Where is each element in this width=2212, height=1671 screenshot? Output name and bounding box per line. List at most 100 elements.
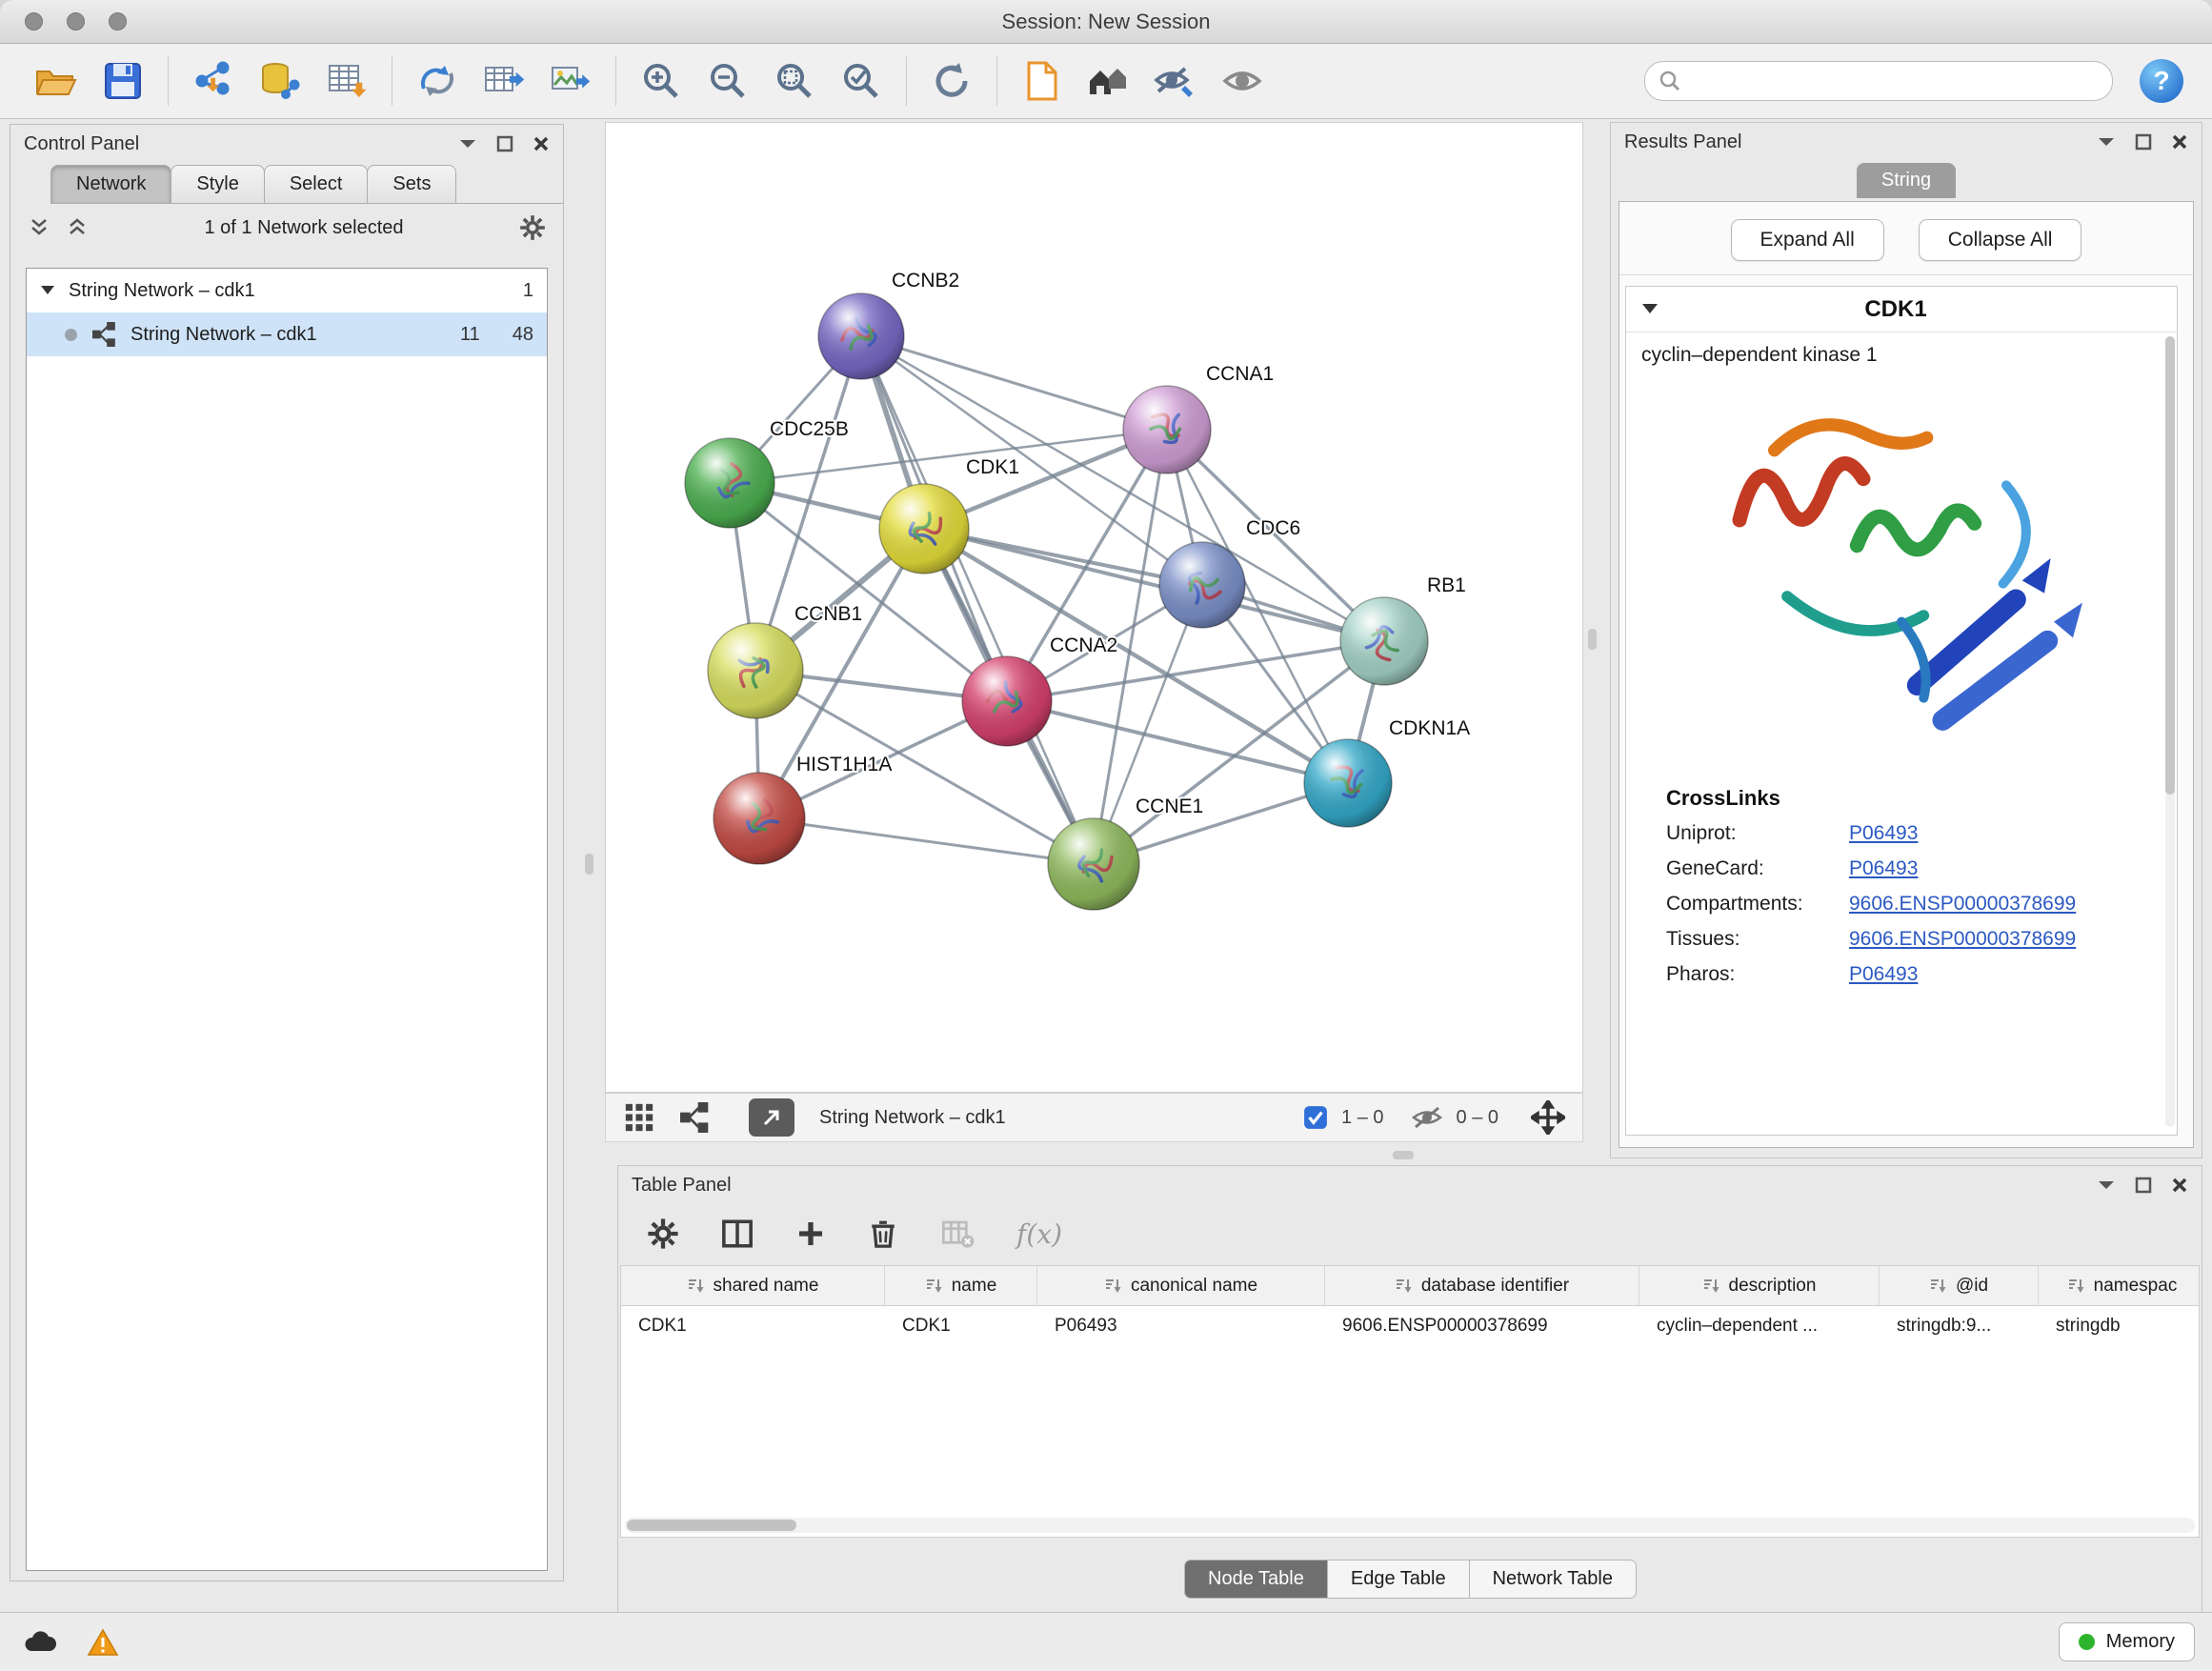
tab-string[interactable]: String	[1857, 163, 1956, 198]
expand-all-icon[interactable]	[66, 216, 89, 239]
panel-float-icon[interactable]	[2135, 1177, 2152, 1194]
panel-float-icon[interactable]	[496, 135, 513, 152]
node-CDKN1A[interactable]: CDKN1A	[1304, 717, 1470, 827]
edge-CCNB2-CCNA1[interactable]	[861, 336, 1167, 430]
apply-layout-button[interactable]	[924, 53, 979, 109]
panel-menu-icon[interactable]	[458, 137, 477, 151]
edge-HIST1H1A-CCNE1[interactable]	[759, 818, 1094, 864]
import-table-file-button[interactable]	[319, 53, 374, 109]
table-cell[interactable]: P06493	[1037, 1306, 1325, 1346]
show-columns-icon[interactable]	[721, 1218, 754, 1250]
table-cell[interactable]: stringdb:9...	[1880, 1306, 2039, 1346]
cloud-status-button[interactable]	[17, 1621, 63, 1663]
column-header-database-identifier[interactable]: database identifier	[1325, 1266, 1639, 1305]
panel-close-icon[interactable]	[2171, 133, 2188, 151]
node-CCNB2[interactable]: CCNB2	[818, 270, 959, 379]
delete-table-icon[interactable]	[940, 1218, 975, 1249]
panel-float-icon[interactable]	[2135, 133, 2152, 151]
memory-button[interactable]: Memory	[2059, 1622, 2195, 1661]
warnings-button[interactable]	[80, 1621, 126, 1663]
zoom-fit-button[interactable]	[767, 53, 822, 109]
vertical-splitter-handle[interactable]	[1588, 629, 1597, 650]
node-HIST1H1A[interactable]: HIST1H1A	[714, 754, 892, 864]
help-button[interactable]: ?	[2140, 59, 2183, 103]
show-graphics-details-button[interactable]	[1081, 53, 1136, 109]
pan-crosshair-icon[interactable]	[1531, 1100, 1565, 1135]
crosslink-link[interactable]: P06493	[1849, 963, 1918, 986]
table-cell[interactable]: CDK1	[621, 1306, 885, 1346]
import-network-database-button[interactable]	[252, 53, 308, 109]
crosslink-link[interactable]: P06493	[1849, 822, 1918, 845]
node-CCNB1[interactable]: CCNB1	[708, 603, 862, 718]
panel-menu-icon[interactable]	[2097, 135, 2116, 149]
collapse-section-icon[interactable]	[1641, 303, 1659, 315]
zoom-out-button[interactable]	[700, 53, 755, 109]
crosslink-link[interactable]: P06493	[1849, 857, 1918, 880]
node-CDC6[interactable]: CDC6	[1159, 517, 1300, 628]
network-row[interactable]: String Network – cdk1 11 48	[27, 312, 547, 356]
open-session-button[interactable]	[29, 53, 84, 109]
import-network-file-button[interactable]	[186, 53, 241, 109]
network-canvas[interactable]: CCNB2CCNA1CDC25BCDK1CDC6RB1CCNB1CCNA2CDK…	[605, 122, 1583, 1093]
panel-close-icon[interactable]	[533, 135, 550, 152]
window-minimize-button[interactable]	[67, 12, 85, 30]
column-header-description[interactable]: description	[1639, 1266, 1880, 1305]
network-collection-row[interactable]: String Network – cdk1 1	[27, 269, 547, 312]
table-cell[interactable]: stringdb	[2039, 1306, 2200, 1346]
node-RB1[interactable]: RB1	[1340, 574, 1466, 685]
zoom-selected-button[interactable]	[834, 53, 889, 109]
table-cell[interactable]: 9606.ENSP00000378699	[1325, 1306, 1639, 1346]
column-header-name[interactable]: name	[885, 1266, 1037, 1305]
column-header-namespac[interactable]: namespac	[2039, 1266, 2200, 1305]
table-horizontal-scrollbar[interactable]	[625, 1518, 2195, 1533]
collapse-all-button[interactable]: Collapse All	[1919, 219, 2082, 261]
column-header-shared-name[interactable]: shared name	[621, 1266, 885, 1305]
tab-select[interactable]: Select	[264, 165, 369, 203]
new-network-button[interactable]	[410, 53, 465, 109]
node-CDK1[interactable]: CDK1	[879, 456, 1019, 574]
vertical-splitter-handle[interactable]	[585, 854, 593, 875]
panel-menu-icon[interactable]	[2097, 1178, 2116, 1192]
tab-style[interactable]: Style	[171, 165, 264, 203]
table-row[interactable]: CDK1CDK1P064939606.ENSP00000378699cyclin…	[621, 1306, 2199, 1346]
panel-close-icon[interactable]	[2171, 1177, 2188, 1194]
delete-column-icon[interactable]	[868, 1218, 898, 1250]
results-scrollbar[interactable]	[2165, 336, 2175, 1127]
hide-edges-button[interactable]	[1148, 53, 1203, 109]
detach-view-button[interactable]	[749, 1098, 794, 1137]
hidden-eye-icon[interactable]	[1411, 1105, 1443, 1130]
grid-view-icon[interactable]	[623, 1101, 655, 1134]
node-CCNA1[interactable]: CCNA1	[1123, 363, 1274, 473]
tree-expander-icon[interactable]	[40, 285, 55, 296]
crosslink-link[interactable]: 9606.ENSP00000378699	[1849, 893, 2076, 916]
search-box[interactable]	[1644, 61, 2113, 101]
tab-edge-table[interactable]: Edge Table	[1327, 1560, 1470, 1599]
tab-node-table[interactable]: Node Table	[1184, 1560, 1328, 1599]
show-hide-button[interactable]	[1215, 53, 1270, 109]
table-settings-gear-icon[interactable]	[647, 1218, 679, 1250]
export-network-table-button[interactable]	[476, 53, 532, 109]
annotation-button[interactable]	[1015, 53, 1070, 109]
window-zoom-button[interactable]	[109, 12, 127, 30]
tab-sets[interactable]: Sets	[367, 165, 456, 203]
search-input[interactable]	[1691, 70, 2099, 92]
add-column-icon[interactable]	[795, 1218, 826, 1249]
column-header-canonical-name[interactable]: canonical name	[1037, 1266, 1325, 1305]
column-header-@id[interactable]: @id	[1880, 1266, 2039, 1305]
zoom-in-button[interactable]	[633, 53, 689, 109]
table-cell[interactable]: cyclin–dependent ...	[1639, 1306, 1880, 1346]
edge-CCNB2-CCNE1[interactable]	[861, 336, 1094, 864]
network-glyph-icon[interactable]	[680, 1102, 711, 1133]
selected-checkbox-icon[interactable]	[1303, 1105, 1328, 1130]
gear-icon[interactable]	[519, 214, 546, 241]
window-close-button[interactable]	[25, 12, 43, 30]
expand-all-button[interactable]: Expand All	[1731, 219, 1884, 261]
save-session-button[interactable]	[95, 53, 151, 109]
function-builder-icon[interactable]: f(x)	[1016, 1218, 1062, 1250]
collapse-all-icon[interactable]	[28, 216, 50, 239]
tab-network[interactable]: Network	[50, 165, 171, 203]
crosslink-link[interactable]: 9606.ENSP00000378699	[1849, 928, 2076, 951]
tab-network-table[interactable]: Network Table	[1469, 1560, 1637, 1599]
table-cell[interactable]: CDK1	[885, 1306, 1037, 1346]
horizontal-splitter-handle[interactable]	[1393, 1151, 1414, 1159]
